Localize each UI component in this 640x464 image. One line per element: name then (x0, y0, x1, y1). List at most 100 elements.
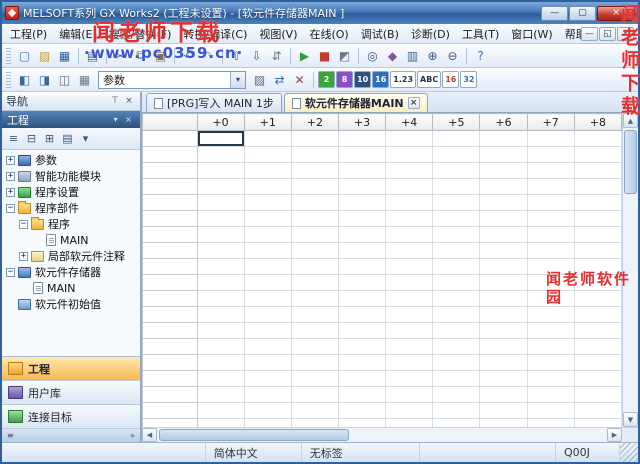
grid-cell[interactable] (526, 194, 575, 211)
grid-cell[interactable] (290, 146, 339, 163)
device-test-icon[interactable]: ◩ (335, 46, 354, 65)
grid-cell[interactable] (196, 242, 245, 259)
grid-cell[interactable] (573, 226, 622, 243)
grid-cell[interactable] (243, 418, 292, 427)
menu-item-0[interactable]: 工程(P) (4, 24, 53, 44)
sort-icon[interactable]: ▤ (59, 130, 76, 147)
grid-cell[interactable] (385, 418, 434, 427)
horizontal-scrollbar[interactable]: ◀ ▶ (142, 427, 638, 442)
grid-cell[interactable] (432, 130, 481, 147)
minimize-button[interactable]: — (541, 5, 568, 21)
row-header-cell[interactable] (142, 354, 198, 371)
grid-cell[interactable] (337, 306, 387, 323)
cross-reference-icon[interactable]: ◆ (383, 46, 402, 65)
grid-cell[interactable] (526, 338, 575, 355)
grid-cell[interactable] (573, 242, 622, 259)
grid-cell[interactable] (196, 274, 245, 291)
grid-cell[interactable] (479, 354, 528, 371)
row-header-cell[interactable] (142, 242, 198, 259)
octal-format-icon[interactable]: 8 (336, 71, 353, 88)
grid-cell[interactable] (526, 178, 575, 195)
tree-item-0[interactable]: + 参数 (2, 152, 140, 168)
grid-cell[interactable] (385, 226, 434, 243)
print-icon[interactable]: ▤ (83, 46, 102, 65)
grid-cell[interactable] (385, 290, 434, 307)
dword-32-icon[interactable]: 32 (460, 71, 478, 88)
close-tab-icon[interactable]: × (407, 97, 420, 109)
help-icon[interactable]: ? (471, 46, 490, 65)
tree-item-3[interactable]: − 程序部件 (2, 200, 140, 216)
navigation-window-icon[interactable]: ◧ (15, 70, 34, 89)
row-header-cell[interactable] (142, 290, 198, 307)
grid-cell[interactable] (337, 130, 387, 147)
close-button[interactable]: × (597, 5, 635, 21)
scroll-right-icon[interactable]: ▶ (607, 428, 622, 442)
menu-item-5[interactable]: 在线(O) (303, 24, 354, 44)
row-header-cell[interactable] (142, 322, 198, 339)
grid-cell[interactable] (337, 146, 387, 163)
save-icon[interactable]: ▦ (55, 46, 74, 65)
grid-cell[interactable] (432, 162, 481, 179)
output-window-icon[interactable]: ◫ (55, 70, 74, 89)
verify-icon[interactable]: ⇵ (267, 46, 286, 65)
tab-1[interactable]: 软元件存储器MAIN × (283, 93, 428, 112)
grid-cell[interactable] (290, 402, 339, 419)
scroll-down-icon[interactable]: ▼ (623, 412, 638, 427)
grid-cell[interactable] (526, 258, 575, 275)
redo-icon[interactable]: ↷ (199, 46, 218, 65)
grid-cell[interactable] (243, 290, 292, 307)
grid-cell[interactable] (479, 242, 528, 259)
column-header-7[interactable]: +7 (526, 113, 575, 131)
grid-cell[interactable] (243, 306, 292, 323)
sidebar-button-userlib[interactable]: 用户库 (2, 381, 140, 405)
section-menu-icon[interactable]: ▾ (109, 114, 122, 126)
grid-cell[interactable] (337, 178, 387, 195)
grid-cell[interactable] (479, 210, 528, 227)
grid-cell[interactable] (196, 226, 245, 243)
expand-all-icon[interactable]: ⊞ (41, 130, 58, 147)
column-header-2[interactable]: +2 (290, 113, 339, 131)
grid-cell[interactable] (432, 386, 481, 403)
binary-format-icon[interactable]: 2 (318, 71, 335, 88)
grid-cell[interactable] (243, 210, 292, 227)
tree-item-6[interactable]: + 局部软元件注释 (2, 248, 140, 264)
grid-cell[interactable] (337, 242, 387, 259)
grid-cell[interactable] (432, 274, 481, 291)
grid-cell[interactable] (290, 178, 339, 195)
zoom-out-icon[interactable]: ⊖ (443, 46, 462, 65)
grid-cell[interactable] (196, 162, 245, 179)
grid-cell[interactable] (432, 402, 481, 419)
grid-cell[interactable] (479, 146, 528, 163)
zoom-in-icon[interactable]: ⊕ (423, 46, 442, 65)
menu-item-7[interactable]: 诊断(D) (405, 24, 456, 44)
row-header-cell[interactable] (142, 258, 198, 275)
grid-cell[interactable] (479, 194, 528, 211)
grid-cell[interactable] (385, 194, 434, 211)
grid-cell[interactable] (196, 402, 245, 419)
pin-icon[interactable]: ⊤ (108, 95, 122, 108)
grid-cell[interactable] (337, 322, 387, 339)
grid-cell[interactable] (573, 274, 622, 291)
grid-cell[interactable] (573, 338, 622, 355)
grid-cell[interactable] (432, 418, 481, 427)
device-transfer-icon[interactable]: ⇄ (270, 70, 289, 89)
scroll-up-icon[interactable]: ▲ (623, 113, 638, 128)
close-panel-icon[interactable]: × (122, 95, 136, 108)
grid-cell[interactable] (290, 322, 339, 339)
row-header-cell[interactable] (142, 194, 198, 211)
horizontal-scroll-track[interactable] (157, 428, 607, 442)
grid-cell[interactable] (243, 194, 292, 211)
column-header-6[interactable]: +6 (479, 113, 528, 131)
grid-cell[interactable] (196, 290, 245, 307)
cut-icon[interactable]: ✂ (111, 46, 130, 65)
menu-item-6[interactable]: 调试(B) (355, 24, 405, 44)
row-header-cell[interactable] (142, 370, 198, 387)
grid-cell[interactable] (337, 258, 387, 275)
column-header-3[interactable]: +3 (337, 113, 387, 131)
expand-toggle-icon[interactable]: + (19, 251, 28, 261)
grid-cell[interactable] (196, 258, 245, 275)
grid-cell[interactable] (432, 210, 481, 227)
grid-cell[interactable] (479, 274, 528, 291)
expand-toggle-icon[interactable]: + (6, 155, 15, 165)
grid-cell[interactable] (243, 242, 292, 259)
